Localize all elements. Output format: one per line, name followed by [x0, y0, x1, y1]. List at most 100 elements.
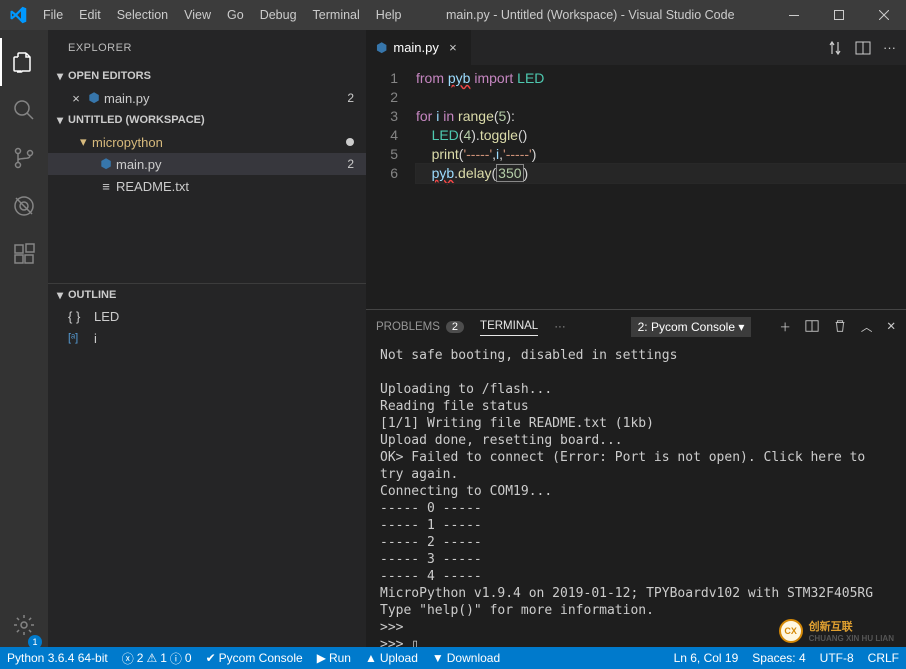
kill-terminal-icon[interactable]	[833, 319, 847, 335]
vscode-logo-icon	[0, 6, 35, 24]
open-editor-item[interactable]: × ⬢ main.py 2	[48, 87, 366, 109]
editor-area: ⬢ main.py × ··· 1 2 3 4 5 6 from pyb imp…	[366, 30, 906, 649]
pycom-label: Pycom Console	[219, 651, 303, 665]
menu-debug[interactable]: Debug	[252, 8, 305, 22]
folder-micropython[interactable]: ▾ micropython	[48, 131, 366, 153]
explorer-header: EXPLORER	[48, 30, 366, 65]
close-panel-icon[interactable]: ✕	[886, 319, 896, 335]
source-control-tab-icon[interactable]	[0, 134, 48, 182]
download-label: Download	[447, 651, 500, 665]
code-editor[interactable]: 1 2 3 4 5 6 from pyb import LED for i in…	[366, 65, 906, 309]
problems-badge: 2	[347, 91, 354, 105]
split-terminal-icon[interactable]	[805, 319, 819, 335]
problems-count-badge: 2	[446, 321, 464, 333]
panel-tabs: PROBLEMS 2 TERMINAL ··· 2: Pycom Console…	[366, 310, 906, 343]
workspace-section[interactable]: ▾ UNTITLED (WORKSPACE)	[48, 109, 366, 131]
menu-view[interactable]: View	[176, 8, 219, 22]
code-content[interactable]: from pyb import LED for i in range(5): L…	[416, 69, 906, 309]
terminal-label: TERMINAL	[480, 320, 538, 332]
more-icon[interactable]: ···	[883, 40, 896, 55]
python-file-icon: ⬢	[84, 90, 104, 106]
search-tab-icon[interactable]	[0, 86, 48, 134]
file-name: main.py	[116, 157, 162, 172]
status-download[interactable]: ▼Download	[425, 647, 507, 669]
outline-symbol-label: LED	[94, 309, 119, 324]
info-icon: ⓘ	[170, 650, 182, 667]
upload-icon: ▲	[365, 651, 377, 665]
menu-terminal[interactable]: Terminal	[305, 8, 368, 22]
python-file-icon: ⬢	[96, 156, 116, 172]
minimize-button[interactable]	[771, 0, 816, 30]
menu-go[interactable]: Go	[219, 8, 252, 22]
file-main-py[interactable]: ⬢ main.py 2	[48, 153, 366, 175]
settings-gear-icon[interactable]: 1	[0, 601, 48, 649]
symbol-variable-icon: [ᵃ]	[68, 332, 94, 344]
status-cursor-position[interactable]: Ln 6, Col 19	[667, 647, 746, 669]
close-window-button[interactable]	[861, 0, 906, 30]
workspace-label: UNTITLED (WORKSPACE)	[68, 114, 205, 126]
tab-main-py[interactable]: ⬢ main.py ×	[366, 30, 472, 65]
panel-more-icon[interactable]: ···	[554, 321, 566, 333]
file-readme-txt[interactable]: ≡ README.txt	[48, 175, 366, 197]
menu-help[interactable]: Help	[368, 8, 410, 22]
problems-badge: 2	[347, 157, 354, 171]
window-controls	[771, 0, 906, 30]
close-icon[interactable]: ×	[68, 91, 84, 106]
explorer-sidebar: EXPLORER ▾ OPEN EDITORS × ⬢ main.py 2 ▾ …	[48, 30, 366, 649]
menu-bar: File Edit Selection View Go Debug Termin…	[35, 8, 410, 22]
explorer-tab-icon[interactable]	[0, 38, 48, 86]
warning-count: 1	[160, 651, 167, 665]
open-editor-filename: main.py	[104, 91, 150, 106]
download-icon: ▼	[432, 651, 444, 665]
split-editor-icon[interactable]	[855, 40, 871, 56]
problems-tab[interactable]: PROBLEMS 2	[376, 321, 464, 333]
symbol-class-icon: { }	[68, 309, 94, 324]
status-eol[interactable]: CRLF	[861, 647, 906, 669]
debug-tab-icon[interactable]	[0, 182, 48, 230]
terminal-selector[interactable]: 2: Pycom Console ▾	[631, 317, 752, 337]
info-count: 0	[185, 651, 192, 665]
menu-selection[interactable]: Selection	[109, 8, 176, 22]
editor-actions: ···	[817, 30, 906, 65]
play-icon: ▶	[317, 651, 326, 665]
status-encoding[interactable]: UTF-8	[813, 647, 861, 669]
collapse-panel-icon[interactable]: ︿	[861, 319, 873, 335]
chevron-down-icon: ▾	[52, 288, 68, 302]
minimap[interactable]	[846, 65, 906, 309]
status-pycom-console[interactable]: ✔Pycom Console	[199, 647, 310, 669]
upload-label: Upload	[380, 651, 418, 665]
outline-symbol-led[interactable]: { } LED	[48, 305, 366, 327]
error-count: 2	[137, 651, 144, 665]
bottom-panel: PROBLEMS 2 TERMINAL ··· 2: Pycom Console…	[366, 309, 906, 649]
menu-edit[interactable]: Edit	[71, 8, 109, 22]
terminal-tab[interactable]: TERMINAL	[480, 320, 538, 336]
folder-name: micropython	[92, 135, 163, 150]
maximize-button[interactable]	[816, 0, 861, 30]
extensions-tab-icon[interactable]	[0, 230, 48, 278]
status-python-version[interactable]: Python 3.6.4 64-bit	[0, 647, 115, 669]
status-bar: Python 3.6.4 64-bit ⓧ2 ⚠1 ⓘ0 ✔Pycom Cons…	[0, 647, 906, 669]
modified-dot-icon	[346, 138, 354, 146]
editor-tabs: ⬢ main.py × ···	[366, 30, 906, 65]
open-editors-section[interactable]: ▾ OPEN EDITORS	[48, 65, 366, 87]
status-run[interactable]: ▶Run	[310, 647, 358, 669]
status-indentation[interactable]: Spaces: 4	[745, 647, 812, 669]
problems-label: PROBLEMS	[376, 321, 440, 333]
compare-icon[interactable]	[827, 40, 843, 56]
open-editors-label: OPEN EDITORS	[68, 70, 151, 82]
new-terminal-icon[interactable]: ＋	[779, 319, 791, 335]
title-bar: File Edit Selection View Go Debug Termin…	[0, 0, 906, 30]
file-name: README.txt	[116, 179, 189, 194]
line-numbers: 1 2 3 4 5 6	[366, 69, 416, 309]
menu-file[interactable]: File	[35, 8, 71, 22]
terminal-output[interactable]: Not safe booting, disabled in settings U…	[366, 343, 906, 649]
activity-bar: 1	[0, 30, 48, 649]
outline-label: OUTLINE	[68, 289, 116, 301]
outline-symbol-i[interactable]: [ᵃ] i	[48, 327, 366, 349]
close-tab-icon[interactable]: ×	[445, 40, 461, 55]
outline-section[interactable]: ▾ OUTLINE	[48, 283, 366, 305]
status-problems[interactable]: ⓧ2 ⚠1 ⓘ0	[115, 647, 199, 669]
status-upload[interactable]: ▲Upload	[358, 647, 425, 669]
chevron-down-icon: ▾	[80, 134, 92, 150]
run-label: Run	[329, 651, 351, 665]
